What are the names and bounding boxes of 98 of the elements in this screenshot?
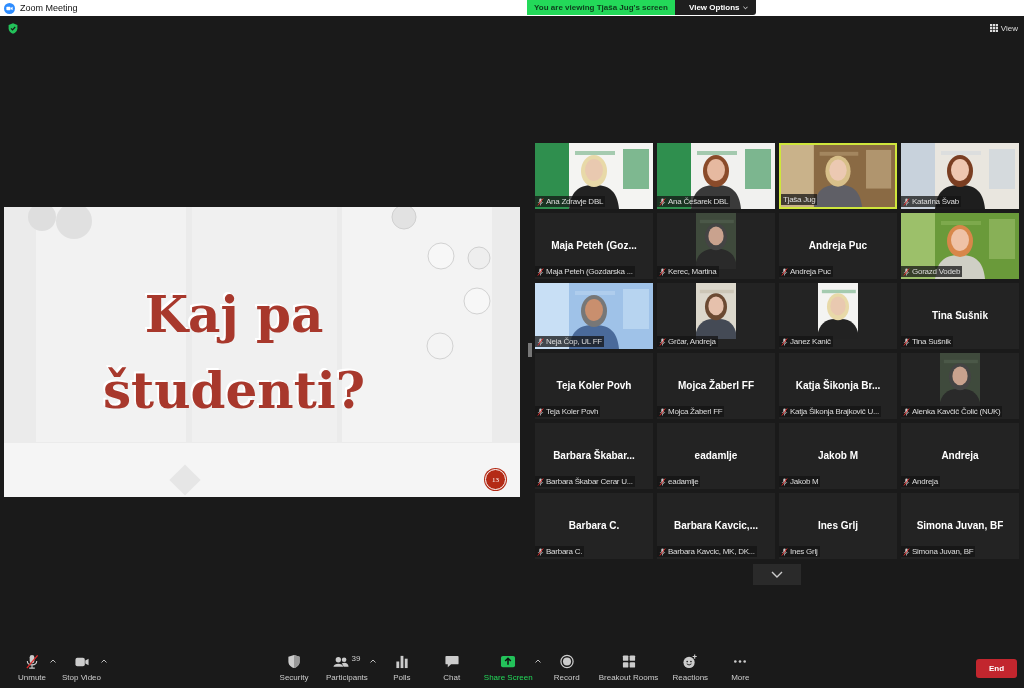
name-label: Gorazd Vodeb <box>901 266 963 277</box>
name-label: Teja Koler Povh <box>535 406 601 417</box>
video-tile[interactable]: eadamlje eadamlje <box>657 423 775 489</box>
participant-count: 39 <box>351 654 361 663</box>
name-label: Tina Sušnik <box>901 336 953 347</box>
video-tile[interactable]: Mojca Žaberl FF Mojca Žaberl FF <box>657 353 775 419</box>
caret-icon[interactable] <box>534 659 541 663</box>
name-label: Ana Češarek DBL <box>657 196 731 207</box>
muted-microphone-icon <box>24 654 40 669</box>
toolbar-button[interactable]: Unmute <box>8 650 56 686</box>
video-tile[interactable]: Andreja Andreja <box>901 423 1019 489</box>
name-label: Andreja Puc <box>779 266 833 277</box>
name-label: Alenka Kavčič Čolić (NUK) <box>901 406 1003 417</box>
shield-check-icon[interactable] <box>8 22 18 34</box>
name-label: Janez Kanič <box>779 336 833 347</box>
record-icon <box>558 654 575 669</box>
video-tile[interactable]: Grčar, Andreja <box>657 283 775 349</box>
toolbar-button[interactable]: Polls <box>377 650 426 686</box>
video-tile[interactable]: Kerec, Martina <box>657 213 775 279</box>
video-tile[interactable]: Ana Češarek DBL <box>657 143 775 209</box>
name-label: Mojca Žaberl FF <box>657 406 725 417</box>
toolbar-button[interactable]: Reactions <box>666 650 715 686</box>
end-button[interactable]: End <box>976 658 1017 678</box>
splitter-handle[interactable] <box>527 343 532 357</box>
toolbar-button[interactable]: Security <box>270 650 318 686</box>
window-title: Zoom Meeting <box>20 3 78 13</box>
toolbar-button[interactable]: Record <box>542 650 591 686</box>
chat-bubble-icon <box>443 654 460 669</box>
name-label: Maja Peteh (Gozdarska ... <box>535 266 635 277</box>
view-options-button[interactable]: View Options <box>675 0 756 15</box>
video-tile[interactable]: Tjaša Jug <box>779 143 897 209</box>
toolbar-button[interactable]: Breakout Rooms <box>592 650 665 686</box>
participant-name: Mojca Žaberl FF <box>677 380 755 391</box>
toolbar-button[interactable]: Stop Video <box>56 650 107 686</box>
participant-name: Barbara C. <box>568 520 620 531</box>
video-tile[interactable]: Barbara Škabar... Barbara Škabar Cerar U... <box>535 423 653 489</box>
toolbar-button[interactable]: Share Screen <box>477 650 539 686</box>
video-tile[interactable]: Alenka Kavčič Čolić (NUK) <box>901 353 1019 419</box>
caret-icon <box>742 5 748 10</box>
video-tile[interactable]: Neja Čop, UL FF <box>535 283 653 349</box>
sharing-banner: You are viewing Tjaša Jug's screen <box>527 0 675 15</box>
name-label: Barbara Škabar Cerar U... <box>535 476 635 487</box>
video-tile[interactable]: Barbara Kavcic,... Barbara Kavcic, MK, DK... <box>657 493 775 559</box>
caret-icon[interactable] <box>50 659 56 663</box>
smiley-icon <box>682 654 699 669</box>
participant-name: Katja Šikonja Br... <box>795 380 881 391</box>
name-label: Ana Zdravje DBL <box>535 196 606 207</box>
name-label: Barbara C. <box>535 546 585 557</box>
participant-name: Jakob M <box>818 450 858 461</box>
next-page-button[interactable] <box>753 564 801 585</box>
video-tile[interactable]: Janez Kanič <box>779 283 897 349</box>
name-label: Simona Juvan, BF <box>901 546 976 557</box>
bar-chart-icon <box>393 654 410 669</box>
video-tile[interactable]: Katarina Švab <box>901 143 1019 209</box>
participant-name: Andreja <box>941 450 979 461</box>
participant-name: eadamlje <box>694 450 738 461</box>
participant-name: Teja Koler Povh <box>556 380 632 391</box>
video-tile[interactable]: Andreja Puc Andreja Puc <box>779 213 897 279</box>
people-icon <box>333 654 350 669</box>
name-label: Barbara Kavcic, MK, DK... <box>657 546 757 557</box>
name-label: Ines Grlj <box>779 546 820 557</box>
video-tile[interactable]: Katja Šikonja Br... Katja Šikonja Brajkovič U... <box>779 353 897 419</box>
name-label: Grčar, Andreja <box>657 336 718 347</box>
four-squares-icon <box>620 654 637 669</box>
video-tile[interactable]: Tina Sušnik Tina Sušnik <box>901 283 1019 349</box>
name-label: Katja Šikonja Brajkovič U... <box>779 406 882 417</box>
caret-icon[interactable] <box>369 659 376 663</box>
video-tile[interactable]: Maja Peteh (Goz... Maja Peteh (Gozdarska ... <box>535 213 653 279</box>
video-tile[interactable]: Jakob M Jakob M <box>779 423 897 489</box>
toolbar-button[interactable]: Chat <box>427 650 476 686</box>
video-tile[interactable]: Teja Koler Povh Teja Koler Povh <box>535 353 653 419</box>
toolbar-button[interactable]: More <box>716 650 765 686</box>
participant-name: Maja Peteh (Goz... <box>551 240 637 251</box>
chevron-down-icon <box>771 571 783 578</box>
name-label: Kerec, Martina <box>657 266 719 277</box>
video-tile[interactable]: Barbara C. Barbara C. <box>535 493 653 559</box>
participant-name: Barbara Kavcic,... <box>674 520 758 531</box>
name-label: Neja Čop, UL FF <box>535 336 604 347</box>
video-tile[interactable]: Ines Grlj Ines Grlj <box>779 493 897 559</box>
video-tile[interactable]: Ana Zdravje DBL <box>535 143 653 209</box>
grid-icon <box>989 24 998 32</box>
name-label: eadamlje <box>657 476 701 487</box>
slide-title: Kaj pa študenti? <box>101 284 367 422</box>
name-label: Tjaša Jug <box>781 194 818 205</box>
participant-name: Simona Juvan, BF <box>916 520 1004 531</box>
toolbar-button[interactable]: 39 Participants <box>320 650 374 686</box>
view-button[interactable]: View <box>989 23 1018 33</box>
name-label: Andreja <box>901 476 940 487</box>
caret-icon[interactable] <box>101 659 107 663</box>
participant-name: Andreja Puc <box>808 240 868 251</box>
video-tile[interactable]: Gorazd Vodeb <box>901 213 1019 279</box>
shield-icon <box>286 654 302 669</box>
name-label: Jakob M <box>779 476 821 487</box>
participant-name: Tina Sušnik <box>932 310 988 321</box>
participant-name: Ines Grlj <box>818 520 858 531</box>
name-label: Katarina Švab <box>901 196 961 207</box>
participant-name: Barbara Škabar... <box>553 450 635 461</box>
video-tile[interactable]: Simona Juvan, BF Simona Juvan, BF <box>901 493 1019 559</box>
